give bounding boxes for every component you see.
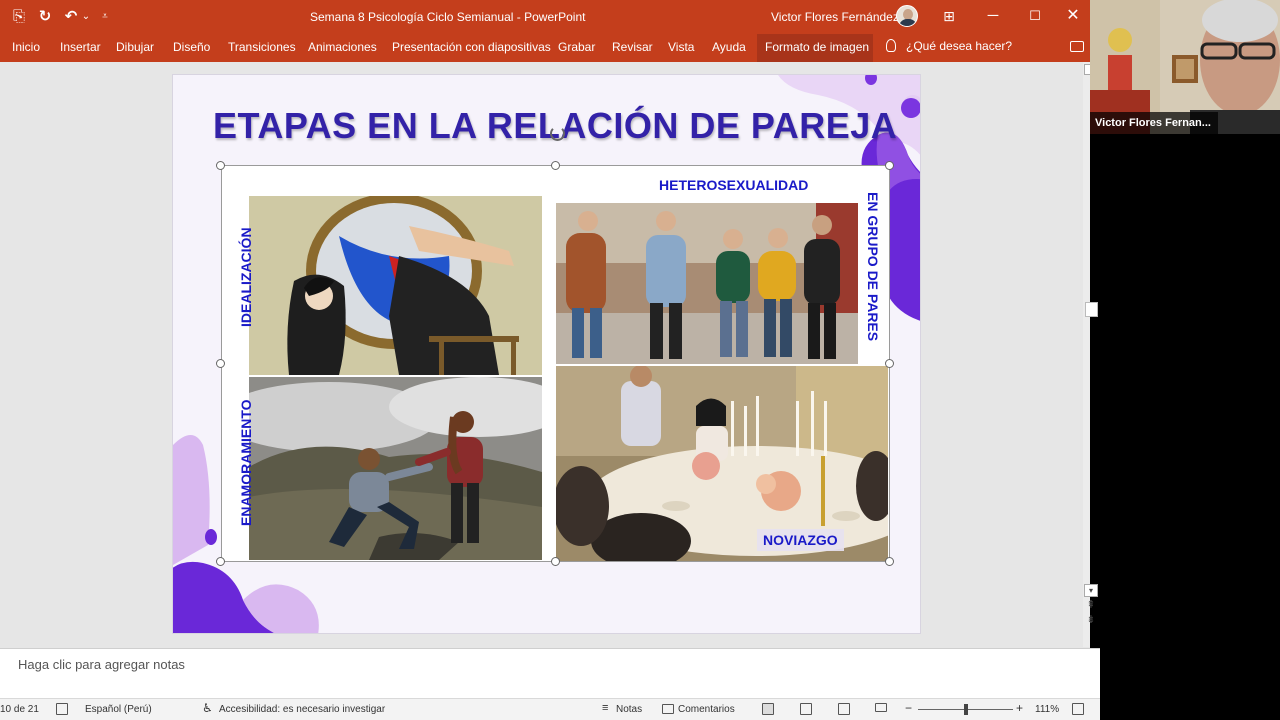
autosave-icon[interactable]: ⎘ (10, 8, 28, 26)
resize-handle-t[interactable] (551, 161, 560, 170)
title-bar: ⎘ ↻ ↶ ⌄ ⩡ Semana 8 Psicología Ciclo Semi… (0, 0, 1090, 34)
notes-button[interactable]: Notas (616, 704, 642, 715)
powerpoint-window: ⎘ ↻ ↶ ⌄ ⩡ Semana 8 Psicología Ciclo Semi… (0, 0, 1100, 720)
label-noviazgo[interactable]: NOVIAZGO (757, 529, 844, 551)
previous-slide-icon[interactable]: ⇞ (1084, 600, 1098, 613)
rotate-handle[interactable] (550, 126, 565, 141)
tab-animaciones[interactable]: Animaciones (308, 40, 377, 54)
video-panel-background (1100, 134, 1280, 720)
zoom-level[interactable]: 111% (1035, 704, 1059, 715)
lightbulb-icon (886, 39, 896, 52)
tab-inicio[interactable]: Inicio (12, 40, 40, 54)
vertical-scrollbar[interactable] (1083, 62, 1090, 647)
slide-canvas[interactable]: ETAPAS EN LA RELACIÓN DE PAREJA IDEALIZA… (172, 74, 921, 634)
tab-revisar[interactable]: Revisar (612, 40, 653, 54)
resize-handle-tl[interactable] (216, 161, 225, 170)
undo-icon[interactable]: ↶ (62, 8, 80, 26)
accessibility-icon[interactable]: ♿ (202, 701, 213, 715)
zoom-slider-thumb[interactable] (964, 704, 968, 715)
photo-idealizacion[interactable] (249, 196, 542, 375)
redo-icon[interactable]: ↻ (36, 8, 54, 26)
resize-handle-r[interactable] (885, 359, 894, 368)
tab-insertar[interactable]: Insertar (60, 40, 101, 54)
reading-view-icon[interactable] (838, 703, 850, 715)
notes-placeholder[interactable]: Haga clic para agregar notas (18, 657, 185, 672)
minimize-button[interactable]: ─ (971, 0, 1015, 32)
tab-transiciones[interactable]: Transiciones (228, 40, 296, 54)
slideshow-icon[interactable] (875, 703, 887, 712)
comments-status-icon[interactable] (662, 704, 674, 714)
notes-pane[interactable]: Haga clic para agregar notas (0, 648, 1100, 698)
label-enamoramiento[interactable]: ENAMORAMIENTO (238, 399, 254, 526)
tell-me-label: ¿Qué desea hacer? (906, 39, 1013, 53)
close-button[interactable]: ✕ (1056, 0, 1090, 32)
picture-selection-frame[interactable]: IDEALIZACIÓN ENAMORAMIENTO HETEROSEXUALI… (221, 165, 890, 562)
language-indicator[interactable]: Español (Perú) (85, 704, 152, 715)
tab-diseno[interactable]: Diseño (173, 40, 210, 54)
scrollbar-thumb[interactable] (1085, 302, 1098, 317)
spelling-check-icon[interactable] (56, 703, 68, 715)
photo-grupo-de-pares[interactable] (556, 203, 858, 364)
resize-handle-l[interactable] (216, 359, 225, 368)
tell-me-search[interactable]: ¿Qué desea hacer? (886, 39, 1012, 53)
customize-toolbar-icon[interactable]: ⩡ (99, 8, 111, 26)
tab-formato-label: Formato de imagen (765, 40, 870, 54)
label-heterosexualidad[interactable]: HETEROSEXUALIDAD (659, 177, 808, 193)
proposal-illustration (249, 377, 542, 560)
notes-icon[interactable]: ≡ (602, 702, 608, 714)
participant-name: Victor Flores Fernan... (1090, 112, 1218, 134)
group-walking-illustration (556, 203, 858, 364)
tab-dibujar[interactable]: Dibujar (116, 40, 154, 54)
tab-ayuda[interactable]: Ayuda (712, 40, 746, 54)
zoom-in-button[interactable]: + (1016, 701, 1023, 715)
resize-handle-br[interactable] (885, 557, 894, 566)
zoom-out-button[interactable]: − (905, 701, 912, 715)
label-grupo-de-pares[interactable]: EN GRUPO DE PARES (865, 192, 881, 341)
tab-grabar[interactable]: Grabar (558, 40, 595, 54)
tab-vista[interactable]: Vista (668, 40, 694, 54)
normal-view-icon[interactable] (762, 703, 774, 715)
idealizacion-illustration (249, 196, 542, 375)
slide-sorter-icon[interactable] (800, 703, 812, 715)
next-slide-icon[interactable]: ⇟ (1084, 615, 1098, 628)
ribbon-tabs: Inicio Insertar Dibujar Diseño Transicio… (0, 34, 1090, 62)
account-avatar[interactable] (896, 5, 918, 27)
photo-enamoramiento[interactable] (249, 377, 542, 560)
avatar-body (899, 19, 917, 26)
label-idealizacion[interactable]: IDEALIZACIÓN (238, 227, 254, 327)
accessibility-status[interactable]: Accesibilidad: es necesario investigar (219, 704, 385, 715)
comments-icon[interactable] (1070, 41, 1084, 52)
tab-formato-de-imagen[interactable]: Formato de imagen (757, 34, 873, 62)
scroll-down-button[interactable]: ▾ (1084, 584, 1098, 597)
resize-handle-bl[interactable] (216, 557, 225, 566)
ribbon-display-options-icon[interactable]: ⊞ (927, 0, 971, 32)
account-name[interactable]: Victor Flores Fernández (771, 10, 899, 24)
status-bar: 10 de 21 Español (Perú) ♿ Accesibilidad:… (0, 698, 1100, 720)
tab-presentacion[interactable]: Presentación con diapositivas (392, 40, 551, 54)
maximize-button[interactable]: ☐ (1013, 0, 1057, 32)
fit-slide-icon[interactable] (1072, 703, 1084, 715)
slide-counter[interactable]: 10 de 21 (0, 704, 39, 715)
undo-dropdown-icon[interactable]: ⌄ (80, 8, 92, 26)
comments-button[interactable]: Comentarios (678, 704, 735, 715)
resize-handle-b[interactable] (551, 557, 560, 566)
document-title: Semana 8 Psicología Ciclo Semianual - Po… (310, 10, 586, 24)
resize-handle-tr[interactable] (885, 161, 894, 170)
